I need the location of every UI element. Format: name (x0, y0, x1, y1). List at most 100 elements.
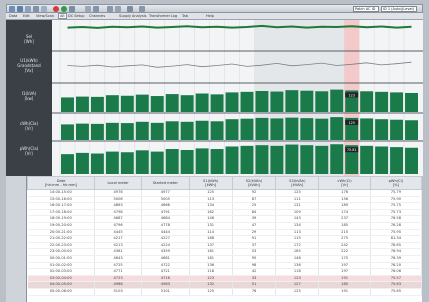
bar-2-6 (150, 96, 164, 112)
table-side-strip (6, 176, 27, 302)
zoom-icon[interactable] (85, 6, 91, 12)
table-cell: 222 (318, 248, 371, 256)
table-cell: 76.39 (370, 255, 423, 263)
menu-item-view-scan[interactable]: View/Scan (36, 14, 54, 18)
chart-icon[interactable] (41, 6, 47, 12)
menu-item-tab[interactable]: Tab (182, 14, 188, 18)
table-row[interactable]: 05:00-06:00 5103 5101 125 76 125 191 75.65 (27, 288, 423, 296)
export-icon[interactable] (115, 6, 121, 12)
table-cell: 125 (275, 189, 320, 197)
table-cell: 174 (318, 209, 371, 217)
bar-4-15 (285, 144, 299, 174)
table-cell: 21:00-22:00 (27, 235, 95, 243)
table-row[interactable]: 00:00-01:00 4643 4681 181 95 148 175 76.39 (27, 255, 423, 263)
table-cell: 4444 (141, 229, 190, 237)
channel-label-0[interactable]: Sel [Wh] (8, 34, 50, 44)
bar-2-5 (135, 94, 149, 112)
table-row[interactable]: 16:00-17:00 4863 4866 134 25 131 189 75.75 (27, 202, 423, 210)
table-cell: 4684 (141, 215, 190, 223)
table-cell: 123 (275, 275, 320, 283)
menu-item-edit[interactable]: Edit (23, 14, 30, 18)
open-icon[interactable] (9, 6, 15, 12)
table-cell: 14:00-15:00 (27, 189, 95, 197)
stop-icon[interactable] (53, 6, 59, 12)
table-cell: 176 (318, 189, 371, 197)
channel-label-2[interactable]: I1(kVA) [kw] (8, 91, 50, 101)
menu-item-log[interactable]: Log (171, 14, 177, 18)
column-header-2[interactable]: Started meter (141, 176, 190, 190)
column-header-6[interactable]: cWh(Cl) [Vr] (318, 176, 371, 190)
menu-item-channels[interactable]: Channels (89, 14, 105, 18)
channel-label-text: [Vr] (25, 151, 33, 156)
table-cell: 109 (275, 209, 320, 217)
go-icon[interactable] (61, 6, 67, 12)
menu-item-help[interactable]: Help (206, 14, 214, 18)
print-icon[interactable] (25, 6, 31, 12)
bar-4-20 (360, 145, 374, 174)
table-row[interactable]: 19:00-20:00 4796 4778 131 47 134 185 76.28 (27, 222, 423, 230)
menu-item-alt[interactable]: Alt (58, 13, 67, 19)
table-row[interactable]: 22:00-23:00 4213 4224 137 37 172 242 78.65 (27, 242, 423, 250)
bar-4-7 (165, 149, 179, 174)
filter-icon[interactable] (127, 6, 133, 12)
table-cell: 197 (318, 262, 371, 270)
table-cell: 00:00-01:00 (27, 255, 95, 263)
table-row[interactable]: 21:00-22:00 4217 4227 188 91 115 275 81.34 (27, 235, 423, 243)
table-cell: 5101 (141, 288, 190, 296)
table-cell: 76.20 (370, 262, 423, 270)
menu-item-supply-analysis[interactable]: Supply Analysis (119, 14, 146, 18)
bar-2-16 (300, 90, 314, 112)
bar-2-0 (61, 97, 74, 112)
column-header-4[interactable]: S2(kVAh) [kVAh] (231, 176, 277, 190)
table-row[interactable]: 01:00-02:00 4725 4722 136 98 136 197 76.20 (27, 262, 423, 270)
channel-label-3[interactable]: cWh(Cla) [Vr] (8, 121, 50, 131)
table-row[interactable]: 02:00-03:00 4771 4721 118 42 118 197 76.06 (27, 268, 423, 276)
column-header-3[interactable]: S1(kWh) [kWh] (188, 176, 233, 190)
table-icon[interactable] (107, 6, 113, 12)
channel-sidebar: Sel [Wh] U1(kWh) Grandstand [Vx] I1(kVA) [kw] c… (6, 20, 52, 176)
measure-icon[interactable] (139, 6, 145, 12)
table-row[interactable]: 14:00-15:00 4976 4977 125 92 125 176 75.79 (27, 189, 423, 197)
settings-icon[interactable] (33, 6, 39, 12)
table-row[interactable]: 04:00-05:00 4986 4983 132 51 127 185 75.63 (27, 281, 423, 289)
table-row[interactable]: 23:00-00:00 4361 4359 161 53 165 222 76.94 (27, 248, 423, 256)
column-header-1[interactable]: Local meter (93, 176, 143, 190)
table-row[interactable]: 20:00-21:00 4445 4444 114 29 113 215 75.95 (27, 229, 423, 237)
table-cell: 47 (232, 222, 277, 230)
table-cell: 76.94 (370, 248, 423, 256)
refresh-icon[interactable] (69, 6, 75, 12)
table-row[interactable]: 17:00-18:00 4798 4791 162 84 109 174 75.73 (27, 209, 423, 217)
table-cell: 15:00-16:00 (27, 196, 95, 204)
channel-label-1[interactable]: U1(kWh) Grandstand [Vx] (8, 58, 50, 73)
menu-item-transformer[interactable]: Transformer (149, 14, 170, 18)
table-row[interactable]: 15:00-16:00 5006 5005 113 87 111 156 75.90 (27, 196, 423, 204)
table-cell: 76.28 (370, 222, 423, 230)
channel-label-4[interactable]: pWh(Cla) [Vr] (8, 146, 50, 156)
save-icon[interactable] (17, 6, 23, 12)
table-cell: 146 (189, 215, 233, 223)
bar-2-7 (165, 94, 179, 112)
patch-id-field[interactable]: Patch AC ID (353, 6, 379, 12)
bar-3-15 (285, 117, 299, 140)
menu-item-dc-setup[interactable]: DC Setup (68, 14, 84, 18)
column-header-7[interactable]: pWh(Cl) [%] (369, 176, 423, 190)
table-cell: 161 (189, 248, 233, 256)
menu-item-data[interactable]: Data (9, 14, 17, 18)
id-select[interactable]: ID 1 (Auto)(Level) (381, 6, 417, 12)
table-row[interactable]: 03:00-04:00 4723 4716 123 33 123 191 75.57 (27, 275, 423, 283)
column-header-0[interactable]: Date [hh:mm - hh:mm] (27, 176, 95, 190)
table-cell: 98 (232, 262, 277, 270)
table-cell: 22:00-23:00 (27, 242, 95, 250)
table-cell: 37 (232, 242, 277, 250)
table-row[interactable]: 18:00-19:00 4687 4684 146 39 143 237 76.58 (27, 215, 423, 223)
table-cell: 131 (275, 202, 320, 210)
table-body: 14:00-15:00 4976 4977 125 92 125 176 75.79 15:00… (27, 189, 423, 296)
table-cell: 4213 (94, 242, 143, 250)
channel-label-text: [kw] (24, 96, 34, 101)
column-header-5[interactable]: S3(kVAh) [kVAh] (275, 176, 320, 190)
table-cell: 4359 (141, 248, 190, 256)
table-cell: 78.65 (370, 242, 423, 250)
table-cell: 4217 (94, 235, 143, 243)
bar-3-12 (240, 118, 254, 140)
grid-icon[interactable] (93, 6, 99, 12)
